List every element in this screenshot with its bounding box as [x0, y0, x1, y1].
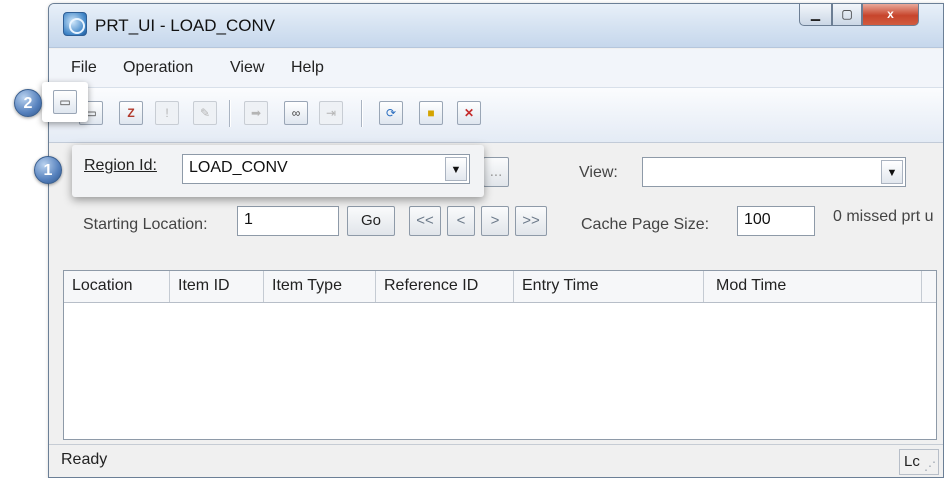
main-window: PRT_UI - LOAD_CONV ▁ ▢ x File Operation …	[48, 3, 944, 478]
new-window-icon[interactable]: ▭	[53, 90, 77, 114]
column-header-item-id[interactable]: Item ID	[170, 271, 264, 302]
status-text: Ready	[61, 451, 108, 468]
find-next-icon[interactable]: ⇥	[319, 101, 343, 125]
region-browse-button[interactable]: ...	[483, 157, 509, 187]
view-label: View:	[579, 164, 618, 181]
last-page-button[interactable]: >>	[515, 206, 547, 236]
missed-count-text: 0 missed prt u	[833, 208, 934, 225]
menu-help[interactable]: Help	[291, 59, 324, 77]
column-header-reference-id[interactable]: Reference ID	[376, 271, 514, 302]
callout-highlight-toolbar: ▭	[42, 82, 88, 122]
menu-file[interactable]: File	[71, 59, 97, 77]
callout-region-id-label: Region Id:	[84, 157, 157, 174]
alert-icon[interactable]: !	[155, 101, 179, 125]
cache-page-size-label: Cache Page Size:	[581, 216, 710, 233]
menu-view[interactable]: View	[230, 59, 264, 77]
callout-badge: 2	[14, 89, 42, 117]
calendar-icon[interactable]: Z	[119, 101, 143, 125]
cache-page-size-input[interactable]: 100	[737, 206, 815, 236]
next-page-button[interactable]: >	[481, 206, 509, 236]
results-grid[interactable]: Location Item ID Item Type Reference ID …	[63, 270, 937, 440]
binoculars-icon[interactable]: ∞	[284, 101, 308, 125]
refresh-icon[interactable]: ⟳	[379, 101, 403, 125]
starting-location-input[interactable]: 1	[237, 206, 339, 236]
menu-operation[interactable]: Operation	[123, 59, 193, 77]
grid-header: Location Item ID Item Type Reference ID …	[64, 271, 936, 303]
chevron-down-icon[interactable]: ▼	[881, 160, 903, 184]
minimize-button[interactable]: ▁	[799, 4, 832, 26]
column-header-mod-time[interactable]: Mod Time	[704, 271, 922, 302]
maximize-button[interactable]: ▢	[832, 4, 862, 26]
column-header-location[interactable]: Location	[64, 271, 170, 302]
window-title: PRT_UI - LOAD_CONV	[95, 16, 276, 35]
callout-region-id-combo[interactable]: LOAD_CONV ▼	[182, 154, 470, 184]
go-button[interactable]: Go	[347, 206, 395, 236]
first-page-button[interactable]: <<	[409, 206, 441, 236]
app-icon	[63, 12, 87, 36]
starting-location-label: Starting Location:	[83, 216, 208, 233]
callout-highlight-region: Region Id: LOAD_CONV ▼	[72, 145, 484, 197]
toolbar-separator	[229, 100, 231, 127]
toolbar: ▭ Z ! ✎ ➡ ∞ ⇥ ⟳ ■ ✕	[49, 87, 943, 143]
callout-region-id-value: LOAD_CONV	[189, 159, 288, 176]
resize-grip-icon[interactable]: ⋰	[924, 459, 940, 475]
menu-bar: File Operation View Help	[49, 49, 943, 87]
arrow-right-icon[interactable]: ➡	[244, 101, 268, 125]
status-bar: Ready Lc ⋰	[49, 444, 943, 477]
view-combo[interactable]: ▼	[642, 157, 906, 187]
key-icon[interactable]: ✎	[193, 101, 217, 125]
callout-badge: 1	[34, 156, 62, 184]
prev-page-button[interactable]: <	[447, 206, 475, 236]
lock-icon[interactable]: ■	[419, 101, 443, 125]
column-header-item-type[interactable]: Item Type	[264, 271, 376, 302]
toolbar-separator	[361, 100, 363, 127]
chevron-down-icon[interactable]: ▼	[445, 157, 467, 181]
delete-icon[interactable]: ✕	[457, 101, 481, 125]
column-header-entry-time[interactable]: Entry Time	[514, 271, 704, 302]
title-bar[interactable]: PRT_UI - LOAD_CONV ▁ ▢ x	[49, 4, 943, 48]
close-button[interactable]: x	[862, 4, 919, 26]
